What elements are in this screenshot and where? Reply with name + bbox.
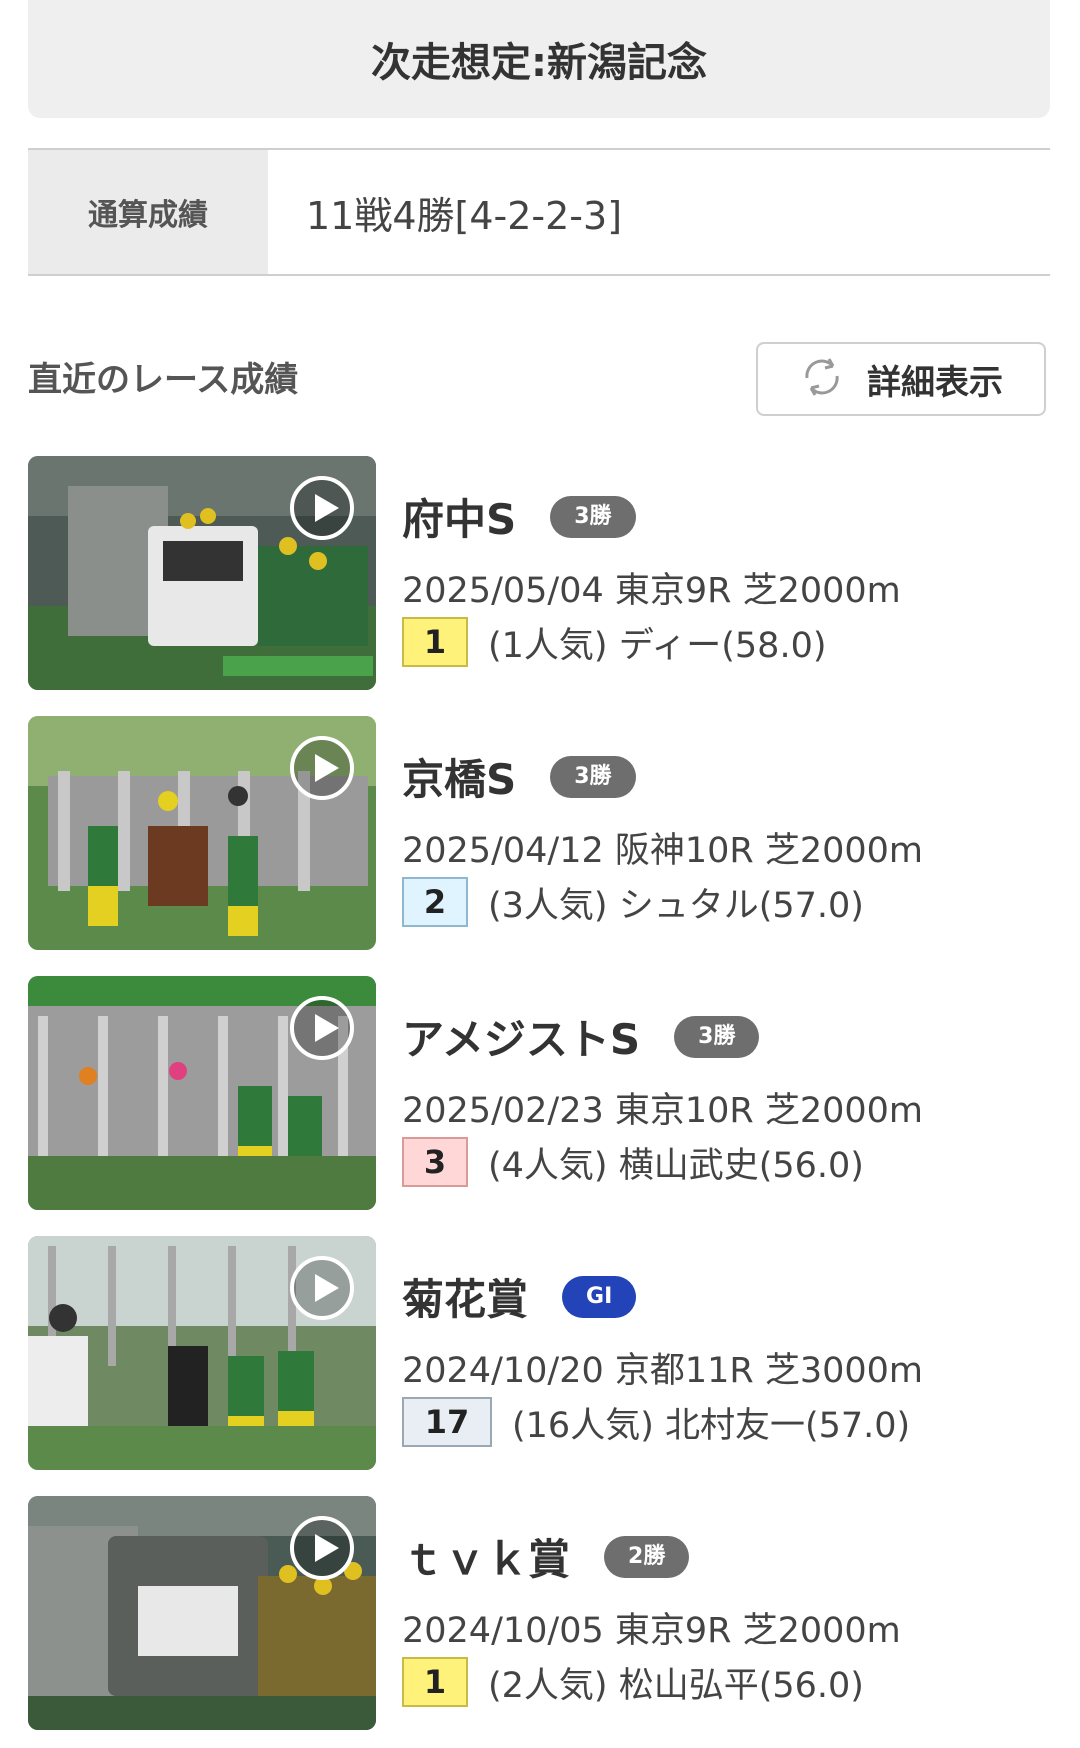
race-date-venue: 2024/10/05 東京9R 芝2000m: [402, 1611, 901, 1651]
race-result: 1 (2人気) 松山弘平(56.0): [402, 1654, 864, 1710]
race-result: 1 (1人気) ディー(58.0): [402, 614, 827, 670]
popularity-jockey: (2人気) 松山弘平(56.0): [488, 1665, 864, 1706]
race-item[interactable]: 府中S 3勝 2025/05/04 東京9R 芝2000m 1 (1人気) ディー…: [28, 456, 1050, 690]
race-video-thumbnail[interactable]: [28, 716, 376, 950]
popularity-jockey: (16人気) 北村友一(57.0): [512, 1405, 911, 1446]
popularity-jockey: (3人気) シュタル(57.0): [488, 885, 864, 926]
race-name[interactable]: 菊花賞 GI: [402, 1266, 637, 1327]
play-icon[interactable]: [290, 1516, 354, 1580]
race-video-thumbnail[interactable]: [28, 1236, 376, 1470]
race-name-text: 府中S: [402, 495, 517, 544]
play-icon[interactable]: [290, 1256, 354, 1320]
next-race-label: 次走想定:新潟記念: [371, 40, 707, 86]
race-item[interactable]: アメジストS 3勝 2025/02/23 東京10R 芝2000m 3 (4人気)…: [28, 976, 1050, 1210]
race-date-venue: 2024/10/20 京都11R 芝3000m: [402, 1351, 924, 1391]
popularity-jockey: (1人気) ディー(58.0): [488, 625, 827, 666]
recent-races-title: 直近のレース成績: [28, 360, 299, 400]
grade-badge: 3勝: [674, 1015, 760, 1058]
grade-badge: 2勝: [604, 1535, 690, 1578]
race-date-venue: 2025/05/04 東京9R 芝2000m: [402, 571, 901, 611]
play-icon[interactable]: [290, 476, 354, 540]
career-record-value: 11戦4勝[4-2-2-3]: [306, 193, 623, 238]
race-video-thumbnail[interactable]: [28, 976, 376, 1210]
detail-view-button[interactable]: 詳細表示: [756, 342, 1046, 416]
finish-position-badge: 1: [402, 1657, 468, 1707]
career-record-label: 通算成績: [28, 150, 268, 274]
next-race-banner: 次走想定:新潟記念: [28, 0, 1050, 118]
race-video-thumbnail[interactable]: [28, 456, 376, 690]
race-date-venue: 2025/02/23 東京10R 芝2000m: [402, 1091, 924, 1131]
race-name-text: 菊花賞: [402, 1275, 529, 1324]
play-icon[interactable]: [290, 996, 354, 1060]
race-date-venue: 2025/04/12 阪神10R 芝2000m: [402, 831, 924, 871]
race-name[interactable]: 府中S 3勝: [402, 486, 636, 547]
grade-badge: 3勝: [550, 755, 636, 798]
race-name-text: 京橋S: [402, 755, 517, 804]
race-item[interactable]: 京橋S 3勝 2025/04/12 阪神10R 芝2000m 2 (3人気) シュ…: [28, 716, 1050, 950]
race-result: 17 (16人気) 北村友一(57.0): [402, 1394, 910, 1450]
finish-position-badge: 17: [402, 1397, 492, 1447]
grade-badge: 3勝: [550, 495, 636, 538]
grade-badge: GI: [562, 1275, 637, 1318]
race-result: 2 (3人気) シュタル(57.0): [402, 874, 864, 930]
finish-position-badge: 1: [402, 617, 468, 667]
detail-view-label: 詳細表示: [867, 362, 1003, 403]
career-record-row: 通算成績 11戦4勝[4-2-2-3]: [28, 148, 1050, 276]
race-name-text: アメジストS: [402, 1015, 641, 1064]
race-item[interactable]: 菊花賞 GI 2024/10/20 京都11R 芝3000m 17 (16人気) …: [28, 1236, 1050, 1470]
race-name[interactable]: 京橋S 3勝: [402, 746, 636, 807]
refresh-icon: [799, 354, 845, 404]
race-name[interactable]: ｔｖｋ賞 2勝: [402, 1526, 690, 1587]
race-name-text: ｔｖｋ賞: [402, 1535, 571, 1584]
finish-position-badge: 2: [402, 877, 468, 927]
race-video-thumbnail[interactable]: [28, 1496, 376, 1730]
finish-position-badge: 3: [402, 1137, 468, 1187]
race-name[interactable]: アメジストS 3勝: [402, 1006, 760, 1067]
race-result: 3 (4人気) 横山武史(56.0): [402, 1134, 864, 1190]
race-item[interactable]: ｔｖｋ賞 2勝 2024/10/05 東京9R 芝2000m 1 (2人気) 松山…: [28, 1496, 1050, 1730]
play-icon[interactable]: [290, 736, 354, 800]
popularity-jockey: (4人気) 横山武史(56.0): [488, 1145, 864, 1186]
